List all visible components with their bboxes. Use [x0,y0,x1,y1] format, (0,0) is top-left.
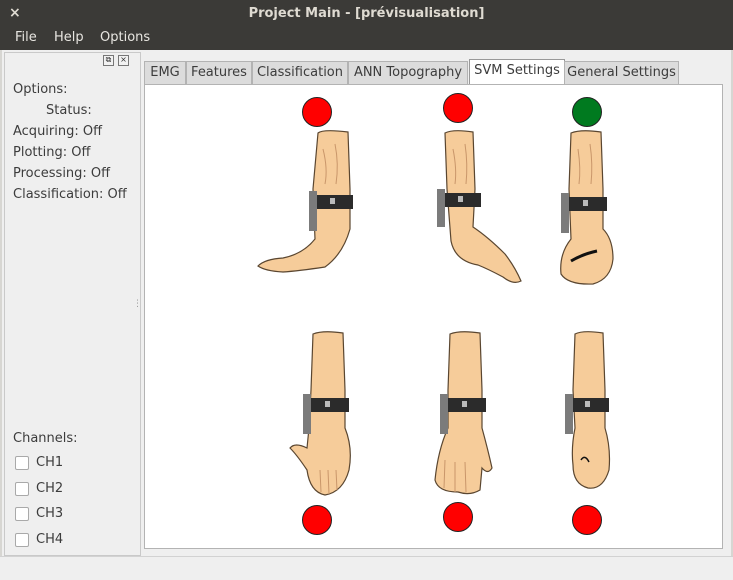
ch3-checkbox[interactable] [15,507,29,521]
status-plotting: Plotting: Off [13,145,91,160]
open-hand-icon[interactable] [285,330,365,500]
options-heading: Options: [13,82,68,97]
pointing-hand-icon[interactable] [563,330,623,500]
tab-classification[interactable]: Classification [252,61,348,84]
menu-help[interactable]: Help [54,30,84,45]
tab-general-settings[interactable]: General Settings [564,61,679,84]
tab-features[interactable]: Features [186,61,252,84]
status-processing: Processing: Off [13,166,111,181]
options-dock: ⧉ × Options: Status: Acquiring: Off Plot… [4,52,142,556]
menu-options[interactable]: Options [100,30,150,45]
window-title: Project Main - [prévisualisation] [248,6,485,21]
tab-svm-settings[interactable]: SVM Settings [469,59,565,86]
title-bar: × Project Main - [prévisualisation] [0,0,733,29]
wrist-extension-icon[interactable] [433,129,533,304]
status-bar [0,556,733,580]
gesture-5-status-icon [443,502,473,532]
status-acquiring: Acquiring: Off [13,124,103,139]
dock-close-icon[interactable]: × [118,55,129,66]
svm-settings-panel [144,84,723,549]
tab-emg[interactable]: EMG [144,61,186,84]
gesture-3-status-icon [572,97,602,127]
menu-file[interactable]: File [15,30,37,45]
ch2-label: CH2 [36,481,64,496]
wrist-flexion-icon[interactable] [253,129,373,304]
dock-float-icon[interactable]: ⧉ [103,55,114,66]
fist-icon[interactable] [553,129,623,304]
status-classification: Classification: Off [13,187,127,202]
gesture-2-status-icon [443,93,473,123]
ch2-checkbox[interactable] [15,482,29,496]
ch4-checkbox[interactable] [15,533,29,547]
gesture-1-status-icon [302,97,332,127]
splitter-grip-icon[interactable]: ⋮ [133,299,142,309]
gesture-6-status-icon [572,505,602,535]
gesture-4-status-icon [302,505,332,535]
relaxed-hand-icon[interactable] [430,330,500,500]
ch1-label: CH1 [36,455,64,470]
ch1-checkbox[interactable] [15,456,29,470]
status-heading: Status: [46,103,92,118]
channels-heading: Channels: [13,431,78,446]
tab-ann-topography[interactable]: ANN Topography [348,61,468,84]
ch4-label: CH4 [36,532,64,547]
menu-bar: File Help Options [0,29,733,50]
ch3-label: CH3 [36,506,64,521]
